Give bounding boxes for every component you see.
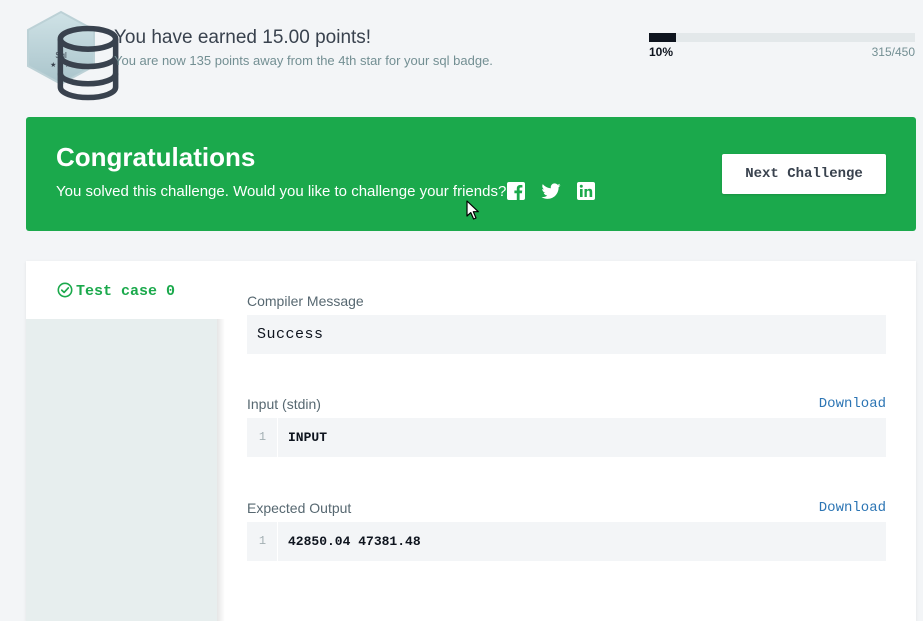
twitter-icon[interactable] <box>541 181 561 201</box>
expected-output-label: Expected Output <box>247 500 352 516</box>
badge-label: Sql <box>55 51 67 60</box>
next-challenge-button[interactable]: Next Challenge <box>722 154 886 194</box>
badge-progress-fill <box>649 33 676 42</box>
input-download-link[interactable]: Download <box>819 396 886 412</box>
compiler-message-value: Success <box>257 326 324 343</box>
line-gutter: 1 <box>247 522 278 561</box>
tab-test-case-0[interactable]: Test case 0 <box>26 261 217 319</box>
check-circle-icon <box>57 282 73 298</box>
tab-label: Test case 0 <box>76 283 176 300</box>
expected-output-line-text: 42850.04 47381.48 <box>288 534 421 549</box>
input-label: Input (stdin) <box>247 396 321 412</box>
database-icon <box>51 25 119 101</box>
compiler-message-label: Compiler Message <box>247 293 364 309</box>
mouse-cursor-icon <box>466 200 480 221</box>
test-results-panel: Test case 0 Compiler Message Success Inp… <box>26 261 916 621</box>
expected-output-code-block: 1 42850.04 47381.48 <box>247 522 886 561</box>
congratulations-message: You solved this challenge. Would you lik… <box>56 183 507 200</box>
progress-count: 315/450 <box>871 45 915 59</box>
line-number: 1 <box>258 430 267 444</box>
congratulations-title: Congratulations <box>56 142 256 172</box>
line-number: 1 <box>258 534 267 548</box>
points-earned-subtitle: You are now 135 points away from the 4th… <box>114 53 493 68</box>
badge-stars: ★★★ <box>50 62 72 69</box>
linkedin-icon[interactable] <box>576 181 596 201</box>
compiler-message-box: Success <box>247 315 886 354</box>
sql-badge: Sql ★★★ <box>24 10 119 101</box>
expected-output-download-link[interactable]: Download <box>819 500 886 516</box>
facebook-icon[interactable] <box>506 181 526 201</box>
input-code-block: 1 INPUT <box>247 418 886 457</box>
line-gutter: 1 <box>247 418 278 457</box>
badge-progress-bar <box>649 33 915 42</box>
progress-percent: 10% <box>649 45 674 59</box>
points-earned-title: You have earned 15.00 points! <box>114 27 372 48</box>
sidebar-shadow <box>217 319 225 621</box>
test-case-sidebar: Test case 0 <box>26 261 217 621</box>
input-line-text: INPUT <box>288 430 328 445</box>
